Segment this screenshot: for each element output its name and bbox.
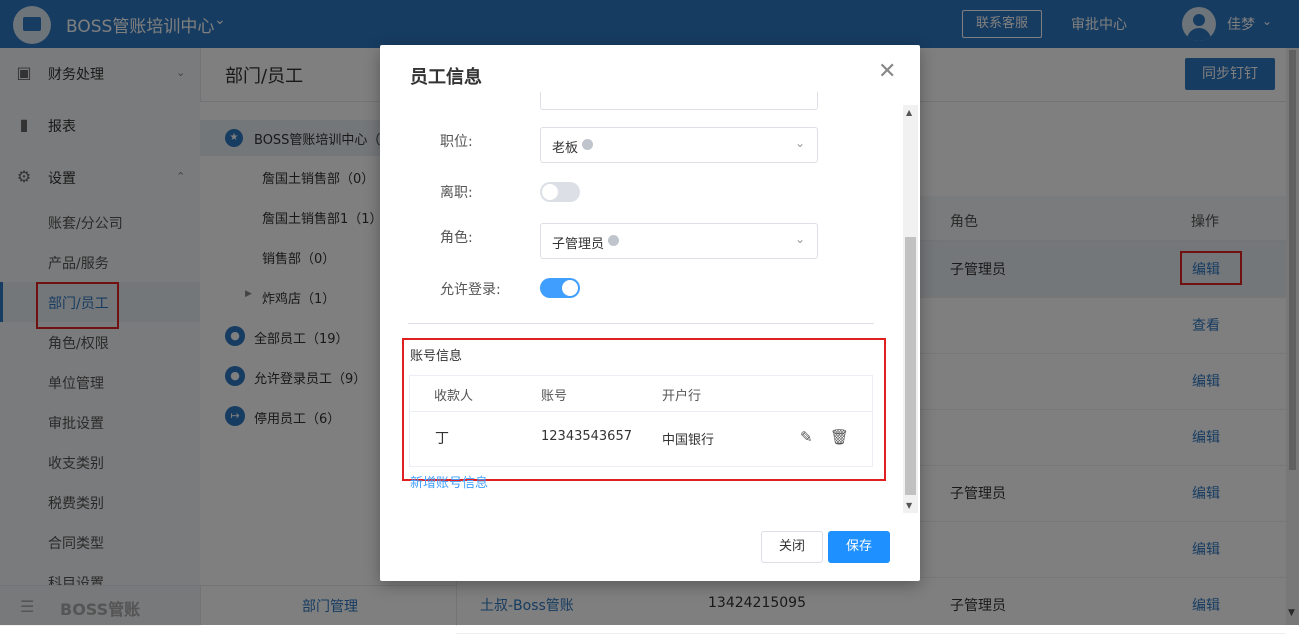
cell-account-number: 12343543657: [541, 429, 632, 444]
close-icon[interactable]: ✕: [878, 59, 896, 84]
chevron-down-icon: ⌄: [795, 232, 806, 246]
arrow-up-icon[interactable]: ▲: [906, 108, 912, 117]
role-value: 子管理员: [552, 237, 605, 252]
previous-field[interactable]: [540, 92, 818, 110]
account-section-title: 账号信息: [410, 349, 463, 364]
allow-login-toggle[interactable]: [540, 278, 580, 298]
resigned-label: 离职:: [440, 185, 473, 201]
position-value: 老板: [552, 141, 579, 156]
role-label: 角色:: [440, 230, 473, 246]
position-select[interactable]: 老板 ⌄: [540, 127, 818, 163]
cell-bank: 中国银行: [662, 433, 715, 448]
resigned-toggle[interactable]: [540, 182, 580, 202]
column-header-account: 账号: [541, 389, 568, 404]
position-label: 职位:: [440, 134, 473, 150]
info-dot-icon: [608, 235, 619, 246]
dialog-scrollbar[interactable]: ▲ ▼: [903, 105, 918, 513]
allow-login-label: 允许登录:: [440, 282, 501, 298]
dialog-title: 员工信息: [410, 67, 482, 88]
column-header-payee: 收款人: [434, 389, 474, 404]
scrollbar-thumb[interactable]: [905, 237, 916, 495]
arrow-down-icon[interactable]: ▼: [906, 501, 912, 510]
chevron-down-icon: ⌄: [795, 136, 806, 150]
close-button[interactable]: 关闭: [761, 531, 823, 563]
save-button[interactable]: 保存: [828, 531, 890, 563]
app-root: BOSS管账培训中心 ⌄ 联系客服 审批中心 佳梦 ⌄ ▣ 财务处理 ⌄ ▮ 报…: [0, 0, 1299, 634]
pencil-icon[interactable]: ✎: [800, 428, 813, 446]
account-table: 收款人 账号 开户行 丁 12343543657 中国银行 ✎ 🗑: [409, 375, 873, 467]
column-header-bank: 开户行: [662, 389, 702, 404]
employee-info-dialog: 员工信息 ✕ 职位: 老板 ⌄ 离职: 角色: 子管理员 ⌄ 允许登录: 账号信…: [380, 45, 920, 581]
cell-payee: 丁: [435, 431, 449, 447]
info-dot-icon: [582, 139, 593, 150]
trash-icon[interactable]: 🗑: [830, 428, 849, 446]
section-divider: [408, 323, 874, 324]
add-account-link[interactable]: 新增账号信息: [410, 472, 488, 491]
role-select[interactable]: 子管理员 ⌄: [540, 223, 818, 259]
account-table-header: 收款人 账号 开户行: [410, 376, 872, 412]
